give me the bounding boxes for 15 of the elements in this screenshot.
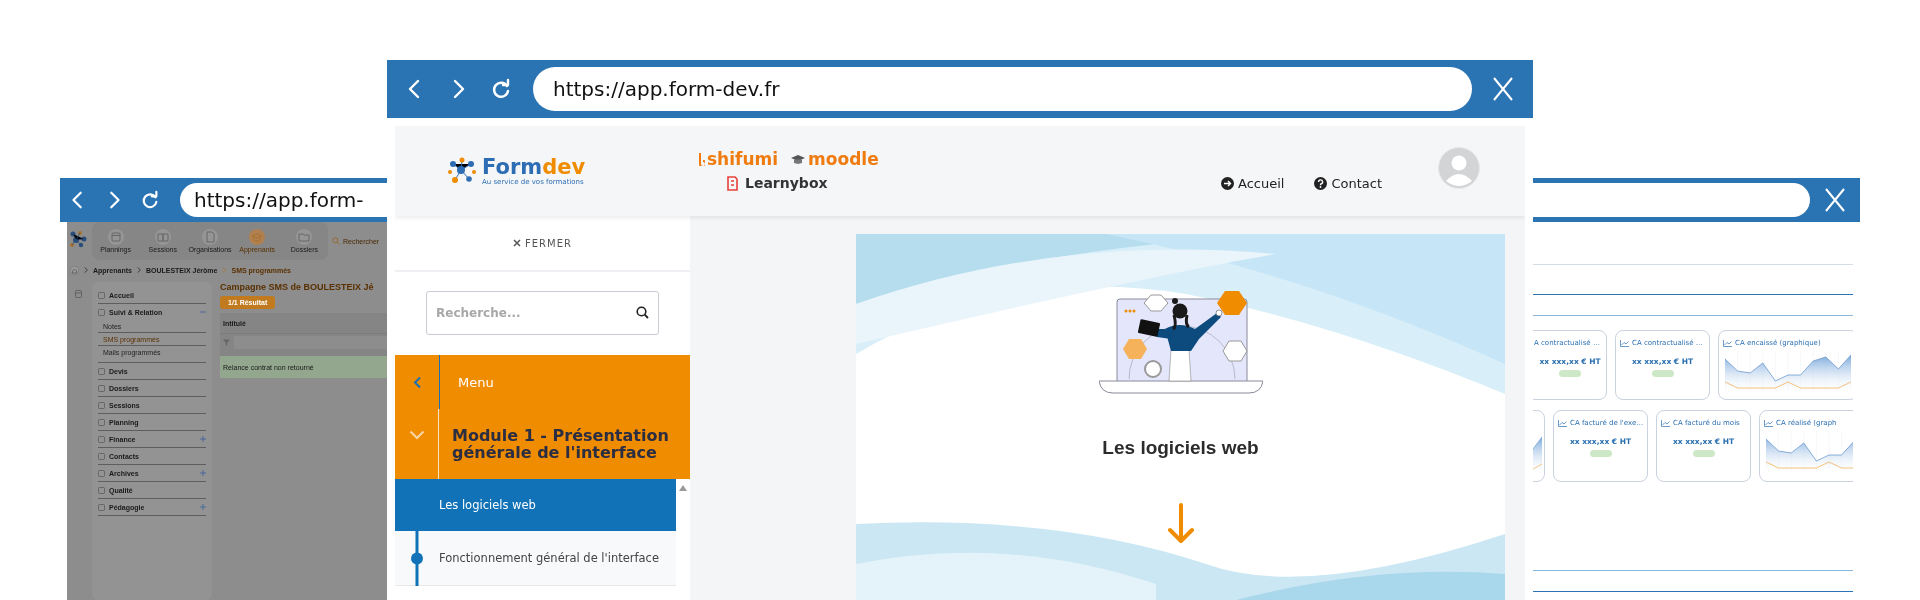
page-title: Campagne SMS de BOULESTEIX Jé (220, 282, 374, 292)
nav-link[interactable]: Contact (1314, 175, 1382, 191)
brand-logo: Learnybox (726, 174, 879, 192)
lesson-item[interactable]: Les logiciels web (395, 479, 676, 531)
logo-wordmark: Formdev (482, 156, 586, 178)
slide-title: Les logiciels web (1102, 437, 1259, 459)
lesson-item[interactable]: Fonctionnement général de l'interface (395, 531, 676, 586)
brand-logo: moodle (790, 150, 879, 168)
close-button[interactable]: FERMER (507, 236, 578, 250)
address-field[interactable]: https://app.form-dev.fr (533, 67, 1472, 111)
module-header[interactable]: Module 1 - Présentation générale de l'interface (395, 409, 690, 479)
search-field[interactable]: Recherche... (426, 291, 659, 335)
nav-link[interactable]: Accueil (1221, 175, 1285, 191)
address-field[interactable]: https://app.form- (180, 183, 387, 217)
brand-logo: shifumi (698, 150, 779, 168)
